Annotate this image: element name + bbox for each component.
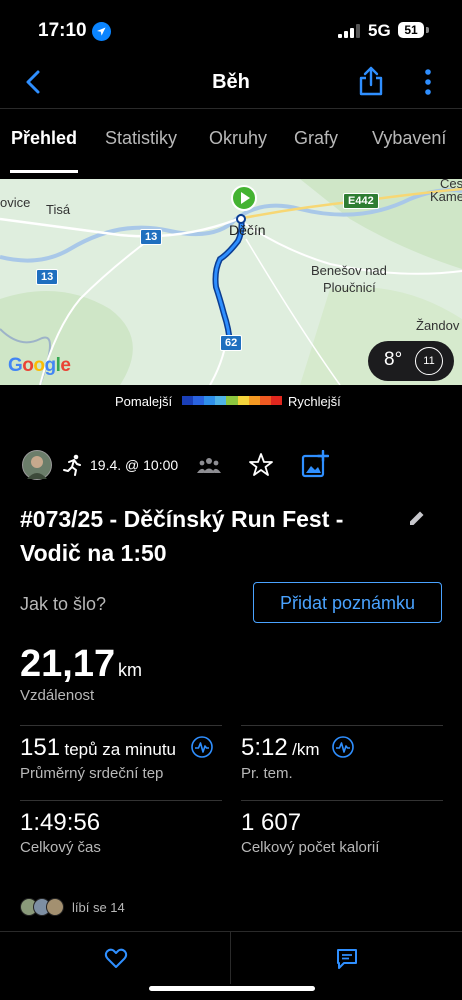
- home-indicator: [149, 986, 315, 991]
- tab-statistiky[interactable]: Statistiky: [105, 128, 177, 149]
- map-label-benesov-1: Benešov nad: [311, 263, 387, 278]
- status-time: 17:10: [38, 20, 87, 41]
- route-map[interactable]: ovice Tisá Děčín Benešov nad Ploučnicí Ž…: [0, 179, 462, 385]
- edit-pencil-icon[interactable]: [407, 508, 427, 528]
- activity-title: #073/25 - Děčínský Run Fest - Vodič na 1…: [20, 506, 344, 566]
- stats-divider: [241, 725, 443, 726]
- battery-tip: [426, 27, 429, 33]
- signal-icon: [338, 24, 360, 38]
- pulse-icon[interactable]: [191, 736, 213, 758]
- comment-icon[interactable]: [335, 947, 359, 971]
- network-label: 5G: [368, 21, 391, 40]
- active-tab-indicator: [10, 170, 78, 173]
- heart-icon[interactable]: [104, 946, 128, 970]
- running-icon: [63, 454, 81, 476]
- calories-label: Celkový počet kalorií: [241, 839, 380, 856]
- calories-value: 1 607: [241, 809, 302, 836]
- legend-slower: Pomalejší: [115, 394, 173, 409]
- bottom-bar-separator: [230, 932, 231, 984]
- add-photo-icon[interactable]: [301, 450, 329, 478]
- pace-color-bar: [182, 396, 282, 405]
- stats-divider: [241, 800, 443, 801]
- road-shield-62: 62: [220, 335, 243, 351]
- pace-label: Pr. tem.: [241, 765, 293, 782]
- group-icon[interactable]: [197, 456, 221, 474]
- map-label-ovice: ovice: [0, 195, 31, 210]
- likes-count[interactable]: líbí se 14: [72, 900, 125, 915]
- road-shield-13a: 13: [140, 229, 163, 245]
- wind-speed-icon: 11: [415, 347, 443, 375]
- total-time-value: 1:49:56: [20, 809, 101, 836]
- battery-icon: 51: [398, 22, 424, 38]
- legend-faster: Rychlejší: [288, 394, 341, 409]
- road-shield-13b: 13: [36, 269, 59, 285]
- map-label-kame: Kame: [430, 189, 462, 204]
- share-icon[interactable]: [356, 64, 386, 98]
- weather-badge: 8° 11: [368, 341, 454, 381]
- tab-prehled[interactable]: Přehled: [11, 128, 77, 149]
- road-shield-e442: E442: [343, 193, 379, 209]
- tab-vybaveni[interactable]: Vybavení: [372, 128, 446, 149]
- heart-rate-label: Průměrný srdeční tep: [20, 765, 164, 782]
- page-title: Běh: [212, 71, 250, 93]
- feeling-prompt: Jak to šlo?: [20, 594, 107, 614]
- heart-rate-unit: tepů za minutu: [64, 740, 177, 759]
- add-note-button[interactable]: Přidat poznámku: [253, 582, 442, 623]
- pulse-icon[interactable]: [332, 736, 354, 758]
- map-label-decin: Děčín: [229, 222, 266, 238]
- map-label-benesov-2: Ploučnicí: [323, 280, 376, 295]
- total-time-label: Celkový čas: [20, 839, 101, 856]
- distance-value: 21,17: [20, 643, 116, 685]
- pace-value: 5:12: [241, 734, 288, 761]
- distance-unit: km: [118, 660, 142, 680]
- tab-okruhy[interactable]: Okruhy: [209, 128, 267, 149]
- tab-grafy[interactable]: Grafy: [294, 128, 338, 149]
- more-vertical-icon[interactable]: [418, 66, 438, 98]
- heart-rate-stat: 151 tepů za minutu: [20, 734, 176, 762]
- pace-unit: /km: [292, 740, 320, 759]
- avatar[interactable]: [22, 450, 52, 480]
- weather-temperature: 8°: [384, 349, 403, 370]
- bottom-bar-divider: [0, 931, 462, 932]
- google-logo: Google: [8, 355, 71, 376]
- header-divider: [0, 108, 462, 109]
- liker-avatar: [46, 898, 64, 916]
- activity-date: 19.4. @ 10:00: [90, 457, 179, 473]
- stats-divider: [20, 800, 222, 801]
- pace-stat: 5:12 /km: [241, 734, 320, 762]
- distance-label: Vzdálenost: [20, 687, 95, 704]
- stats-divider: [20, 725, 222, 726]
- heart-rate-value: 151: [20, 734, 61, 761]
- location-arrow-icon: [92, 22, 111, 41]
- star-icon[interactable]: [248, 452, 274, 478]
- map-label-zandov: Žandov: [416, 318, 460, 333]
- map-label-tisa: Tisá: [46, 202, 71, 217]
